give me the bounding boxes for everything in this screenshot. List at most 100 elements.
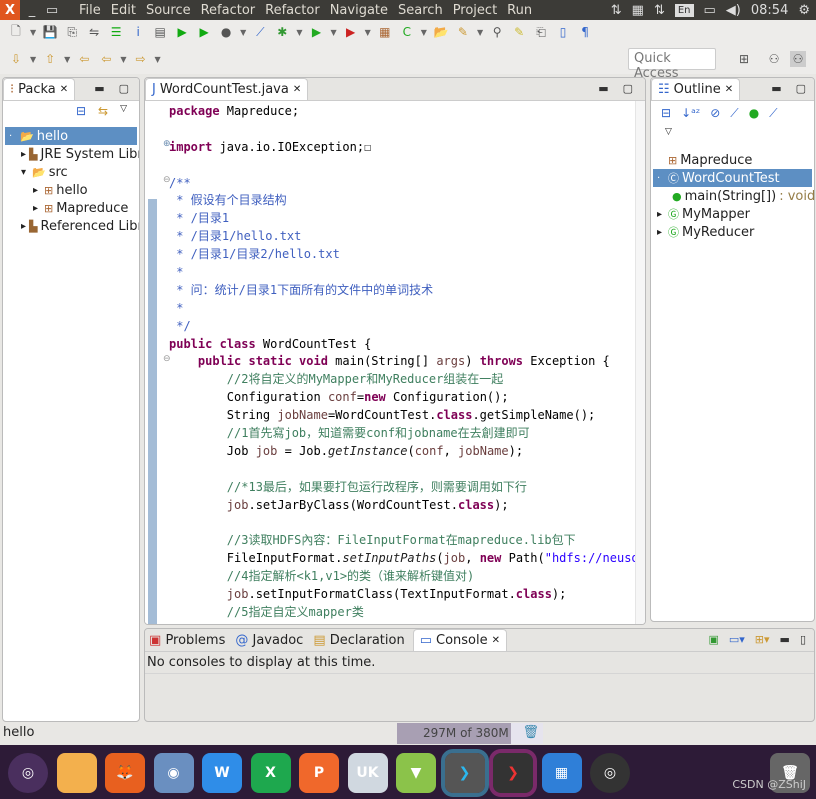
- info-icon[interactable]: i: [130, 24, 146, 40]
- document-icon[interactable]: ▤: [152, 24, 168, 40]
- tab-problems[interactable]: ▣ Problems: [147, 630, 227, 651]
- menu-run[interactable]: Run: [502, 3, 537, 18]
- debug-icon[interactable]: ✱: [274, 24, 290, 40]
- tab-javadoc[interactable]: @ Javadoc: [233, 630, 305, 651]
- uk-software-center-icon[interactable]: UK: [347, 753, 388, 793]
- wps-spreadsheet-icon[interactable]: X: [250, 753, 291, 793]
- menu-source[interactable]: Source: [141, 3, 196, 18]
- hide-static-icon[interactable]: ⟋: [730, 106, 738, 125]
- avatar-icon[interactable]: ●: [218, 24, 234, 40]
- tree-item[interactable]: ▸▙Referenced Librar: [5, 217, 139, 235]
- tree-item[interactable]: ▸ Ⓖ MyReducer: [653, 223, 812, 241]
- prev-annotation-icon[interactable]: ⎗: [533, 24, 549, 40]
- expand-arrow-icon[interactable]: ▸: [657, 209, 665, 220]
- ubuntu-icon[interactable]: ◎: [8, 753, 48, 793]
- maximize-icon[interactable]: ▢: [796, 82, 806, 95]
- chevron-down-icon[interactable]: ▼: [240, 28, 246, 37]
- network-icon[interactable]: ⇅: [611, 3, 622, 18]
- minimize-icon[interactable]: ▬: [780, 633, 790, 646]
- chevron-down-icon[interactable]: ▼: [477, 28, 483, 37]
- chevron-down-icon[interactable]: ▼: [64, 55, 70, 64]
- java-perspective-icon[interactable]: ⚇: [790, 51, 806, 67]
- link-with-editor-icon[interactable]: ⇆: [98, 104, 108, 125]
- forward-icon[interactable]: ⇨: [132, 51, 148, 67]
- eclipse-icon[interactable]: ❯: [440, 749, 489, 797]
- display-console-icon[interactable]: ▭▾: [729, 633, 745, 646]
- chevron-down-icon[interactable]: ▼: [421, 28, 427, 37]
- app-grid-icon[interactable]: ▦: [541, 753, 582, 793]
- next-annotation-icon[interactable]: ⇩: [8, 51, 24, 67]
- terminal-icon[interactable]: ❯: [489, 749, 537, 797]
- tree-bullet-icon[interactable]: ·: [9, 131, 17, 142]
- overview-ruler[interactable]: [635, 101, 645, 624]
- sort-icon[interactable]: ↓ᵃᶻ: [681, 106, 700, 125]
- chevron-down-icon[interactable]: ▼: [330, 28, 336, 37]
- clock[interactable]: 08:54: [751, 3, 788, 18]
- volume-icon[interactable]: ◀): [726, 3, 741, 18]
- open-perspective-icon[interactable]: ⊞: [736, 51, 752, 67]
- tree-bullet-icon[interactable]: ·: [657, 173, 665, 184]
- tab-declaration[interactable]: ▤ Declaration: [311, 630, 406, 651]
- wps-presentation-icon[interactable]: P: [299, 753, 339, 793]
- tree-item[interactable]: ▸ Ⓖ MyMapper: [653, 205, 812, 223]
- prev-annotation-icon[interactable]: ⇧: [42, 51, 58, 67]
- expand-arrow-icon[interactable]: ▸: [21, 221, 26, 232]
- minimize-icon[interactable]: ▬: [598, 82, 608, 95]
- maximize-icon[interactable]: ▢: [119, 82, 129, 95]
- firefox-icon[interactable]: 🦊: [105, 753, 145, 793]
- tab-package-explorer[interactable]: ⁝ Packa ✕: [3, 78, 76, 100]
- tab-console[interactable]: ▭ Console ✕: [412, 629, 508, 651]
- show-whitespace-icon[interactable]: ¶: [577, 24, 593, 40]
- hide-nonpublic-icon[interactable]: ●: [749, 106, 759, 125]
- tab-wordcounttest-java[interactable]: J WordCountTest.java ✕: [145, 78, 309, 100]
- view-menu-icon[interactable]: ▽: [120, 104, 127, 125]
- heap-status[interactable]: 297M of 380M 🗑: [397, 723, 543, 744]
- tree-item[interactable]: ● main(String[]) : void: [653, 187, 814, 205]
- hide-fields-icon[interactable]: ⊘: [710, 106, 720, 125]
- open-console-icon[interactable]: ⊞▾: [755, 633, 770, 646]
- battery-icon[interactable]: ▭: [704, 3, 716, 18]
- expand-arrow-icon[interactable]: ▸: [21, 149, 26, 160]
- close-icon[interactable]: ✕: [492, 635, 500, 646]
- save-all-icon[interactable]: ⎘: [64, 24, 80, 40]
- expand-arrow-icon[interactable]: ▸: [657, 227, 665, 238]
- chevron-down-icon[interactable]: ▼: [154, 55, 160, 64]
- run-table-icon[interactable]: ▶: [196, 24, 212, 40]
- quick-access-input[interactable]: Quick Access: [628, 48, 716, 81]
- garbage-collect-icon[interactable]: 🗑: [522, 725, 539, 740]
- keyboard-layout[interactable]: En: [674, 3, 694, 17]
- new-icon[interactable]: 🗋: [8, 24, 24, 40]
- new-package-icon[interactable]: ▦: [377, 24, 393, 40]
- tree-item[interactable]: ⊞ Mapreduce: [653, 151, 812, 169]
- maximize-icon[interactable]: ▯: [800, 633, 806, 646]
- code-editor[interactable]: package Mapreduce; import java.io.IOExce…: [169, 103, 645, 622]
- skip-breakpoints-icon[interactable]: ⟋: [252, 24, 268, 40]
- files-icon[interactable]: [56, 753, 97, 793]
- tree-item[interactable]: ▸▙JRE System Librar: [5, 145, 139, 163]
- open-type-icon[interactable]: 📂: [433, 24, 449, 40]
- expand-arrow-icon[interactable]: ▸: [33, 203, 41, 214]
- toggle-icon[interactable]: ⇋: [86, 24, 102, 40]
- run-external-icon[interactable]: ▶: [343, 24, 359, 40]
- close-icon[interactable]: ✕: [725, 84, 733, 95]
- wps-writer-icon[interactable]: W: [202, 753, 242, 793]
- store-icon[interactable]: ▼: [396, 753, 436, 793]
- minimize-icon[interactable]: ▬: [771, 82, 781, 95]
- tree-item[interactable]: ▾ 📂 src: [5, 163, 137, 181]
- java-ee-perspective-icon[interactable]: ⚇: [766, 51, 782, 67]
- menu-navigate[interactable]: Navigate: [325, 3, 393, 18]
- chromium-icon[interactable]: ◉: [153, 753, 194, 793]
- tree-item[interactable]: · 📂 hello: [5, 127, 137, 145]
- close-window-button[interactable]: X: [0, 0, 20, 20]
- pin-console-icon[interactable]: ▣: [708, 633, 718, 646]
- tree-item[interactable]: ▸ ⊞ hello: [5, 181, 137, 199]
- close-icon[interactable]: ✕: [293, 84, 301, 95]
- minimize-button[interactable]: _: [24, 3, 40, 18]
- calendar-icon[interactable]: ▦: [632, 3, 644, 18]
- chevron-down-icon[interactable]: ▼: [296, 28, 302, 37]
- collapse-all-icon[interactable]: ⊟: [661, 106, 671, 125]
- menu-refactor[interactable]: Refactor: [196, 3, 261, 18]
- search-icon[interactable]: ✎: [455, 24, 471, 40]
- menu-edit[interactable]: Edit: [106, 3, 141, 18]
- settings-gear-icon[interactable]: ⚙: [798, 3, 810, 18]
